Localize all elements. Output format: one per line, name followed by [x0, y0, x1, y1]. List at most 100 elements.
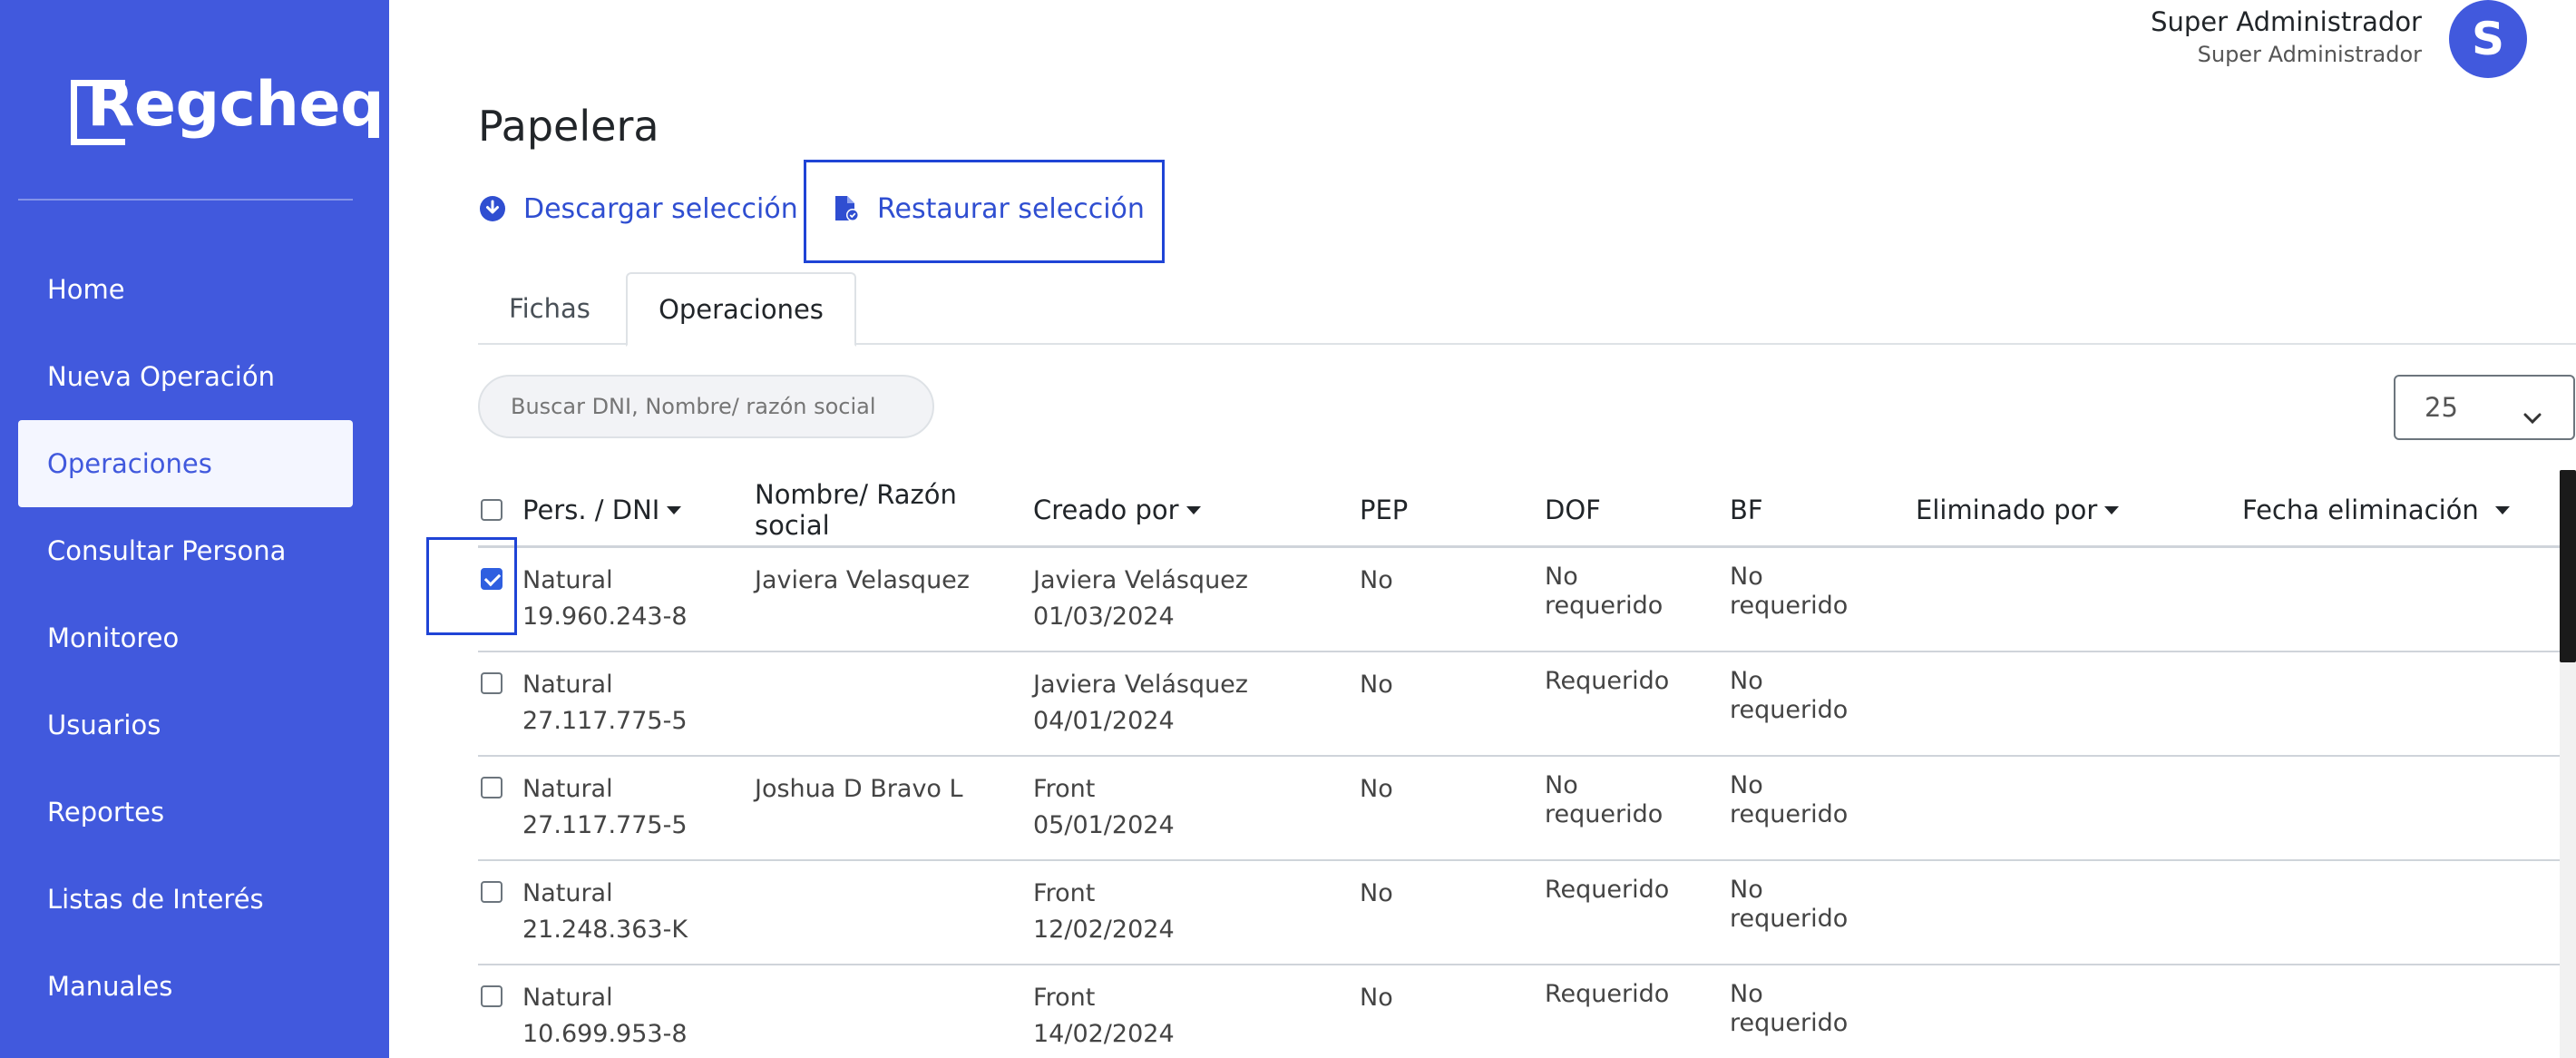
sidebar-item-label: Consultar Persona [47, 535, 287, 566]
sidebar-item-usuarios[interactable]: Usuarios [18, 681, 353, 769]
cell-pep: No [1360, 566, 1393, 594]
select-all-checkbox[interactable] [481, 499, 503, 521]
column-header-creado-por[interactable]: Creado por [1033, 472, 1201, 548]
column-header-pep: PEP [1360, 472, 1408, 548]
column-header-label: social [755, 510, 830, 541]
avatar[interactable]: S [2449, 0, 2527, 78]
cell-dof: No requerido [1545, 563, 1664, 620]
sidebar-item-label: Reportes [47, 797, 165, 828]
page-title: Papelera [478, 102, 659, 151]
cell-nombre: Javiera Velasquez [755, 566, 970, 594]
cell-dof: Requerido [1545, 876, 1670, 904]
sidebar-item-operaciones[interactable]: Operaciones [18, 420, 353, 507]
table-row: Natural 21.248.363-K Front 12/02/2024 No R… [478, 861, 2564, 965]
table-row: Natural 27.117.775-5 Joshua D Bravo L Fro… [478, 757, 2564, 861]
sidebar-nav: Home Nueva Operación Operaciones Consult… [18, 246, 353, 1030]
page-size-value: 25 [2425, 392, 2458, 423]
download-circle-icon [478, 194, 507, 223]
cell-creado-por: Javiera Velásquez 01/03/2024 [1033, 566, 1248, 631]
sidebar-item-listas-de-interes[interactable]: Listas de Interés [18, 856, 353, 943]
sidebar: Regcheq Home Nueva Operación Operaciones… [0, 0, 389, 1058]
cell-pep: No [1360, 879, 1393, 907]
cell-creado-por: Front 05/01/2024 [1033, 775, 1175, 839]
cell-pers-dni: Natural 19.960.243-8 [522, 566, 688, 631]
row-checkbox[interactable] [481, 672, 503, 694]
cell-nombre: Joshua D Bravo L [755, 775, 963, 803]
sort-caret-icon [2494, 505, 2510, 514]
cell-creado-por: Javiera Velásquez 04/01/2024 [1033, 671, 1248, 735]
row-checkbox[interactable] [481, 985, 503, 1007]
sort-caret-icon [667, 505, 682, 514]
cell-dof: Requerido [1545, 667, 1670, 695]
tab-label: Fichas [509, 293, 590, 324]
cell-pers-dni: Natural 27.117.775-5 [522, 775, 688, 839]
cell-bf: No requerido [1730, 771, 1849, 828]
page-size-select[interactable]: 25 [2394, 375, 2575, 440]
cell-creado-por: Front 14/02/2024 [1033, 984, 1175, 1048]
user-name: Super Administrador [2151, 6, 2422, 37]
column-header-pers-dni[interactable]: Pers. / DNI [522, 472, 682, 548]
table-scrollbar-thumb[interactable] [2560, 470, 2576, 662]
sidebar-item-home[interactable]: Home [18, 246, 353, 333]
column-header-label: Fecha eliminación [2242, 495, 2479, 525]
sidebar-item-label: Monitoreo [47, 622, 180, 653]
column-header-bf: BF [1730, 472, 1763, 548]
tab-bar: Fichas Operaciones [478, 272, 2576, 347]
download-selection-button[interactable]: Descargar selección [478, 189, 798, 229]
sidebar-item-label: Home [47, 274, 125, 305]
sort-caret-icon [2104, 505, 2120, 514]
cell-bf: No requerido [1730, 667, 1849, 724]
user-info[interactable]: Super Administrador Super Administrador [2151, 5, 2422, 71]
tab-operaciones[interactable]: Operaciones [626, 272, 856, 347]
cell-pers-dni: Natural 27.117.775-5 [522, 671, 688, 735]
column-header-fecha-eliminacion[interactable]: Fecha eliminación [2242, 472, 2510, 548]
user-role: Super Administrador [2197, 42, 2422, 67]
search-input[interactable] [478, 375, 934, 438]
cell-pers-dni: Natural 21.248.363-K [522, 879, 688, 944]
sidebar-item-label: Usuarios [47, 710, 161, 740]
cell-pep: No [1360, 984, 1393, 1012]
sidebar-item-monitoreo[interactable]: Monitoreo [18, 594, 353, 681]
row-checkbox[interactable] [481, 881, 503, 903]
table-header: Pers. / DNI Nombre/ Razón social Creado … [478, 472, 2564, 548]
tab-fichas[interactable]: Fichas [478, 272, 621, 345]
column-header-eliminado-por[interactable]: Eliminado por [1916, 472, 2120, 548]
cell-bf: No requerido [1730, 876, 1849, 933]
table-row: Natural 19.960.243-8 Javiera Velasquez Ja… [478, 548, 2564, 652]
column-header-nombre: Nombre/ Razón social [755, 472, 957, 548]
column-header-label: BF [1730, 495, 1763, 525]
column-header-label: Eliminado por [1916, 495, 2098, 525]
restore-highlight-box [804, 160, 1165, 263]
sidebar-item-consultar-persona[interactable]: Consultar Persona [18, 507, 353, 594]
row-checkbox[interactable] [481, 777, 503, 798]
column-header-label: Nombre/ Razón [755, 479, 957, 510]
sidebar-item-reportes[interactable]: Reportes [18, 769, 353, 856]
sidebar-item-nueva-operacion[interactable]: Nueva Operación [18, 333, 353, 420]
operations-table: Pers. / DNI Nombre/ Razón social Creado … [478, 472, 2564, 1058]
column-header-label: PEP [1360, 495, 1409, 525]
cell-pers-dni: Natural 10.699.953-8 [522, 984, 688, 1048]
checkbox-highlight-box [426, 537, 517, 635]
cell-pep: No [1360, 775, 1393, 803]
sidebar-item-manuales[interactable]: Manuales [18, 943, 353, 1030]
column-header-label: Creado por [1033, 495, 1179, 525]
cell-dof: No requerido [1545, 771, 1664, 828]
table-row: Natural 27.117.775-5 Javiera Velásquez 04/… [478, 652, 2564, 757]
cell-dof: Requerido [1545, 980, 1670, 1008]
sidebar-item-label: Manuales [47, 971, 173, 1002]
column-header-dof: DOF [1545, 472, 1601, 548]
cell-bf: No requerido [1730, 563, 1849, 620]
cell-pep: No [1360, 671, 1393, 699]
table-row: Natural 10.699.953-8 Front 14/02/2024 No R… [478, 965, 2564, 1058]
column-header-label: DOF [1545, 495, 1601, 525]
tab-label: Operaciones [659, 294, 824, 325]
column-header-label: Pers. / DNI [522, 495, 660, 525]
cell-bf: No requerido [1730, 980, 1849, 1037]
sidebar-divider [18, 199, 353, 201]
chevron-down-icon [2522, 400, 2542, 431]
sidebar-item-label: Operaciones [47, 448, 212, 479]
cell-creado-por: Front 12/02/2024 [1033, 879, 1175, 944]
logo-text: Regcheq [87, 69, 385, 141]
sidebar-item-label: Listas de Interés [47, 884, 264, 915]
sidebar-item-label: Nueva Operación [47, 361, 275, 392]
